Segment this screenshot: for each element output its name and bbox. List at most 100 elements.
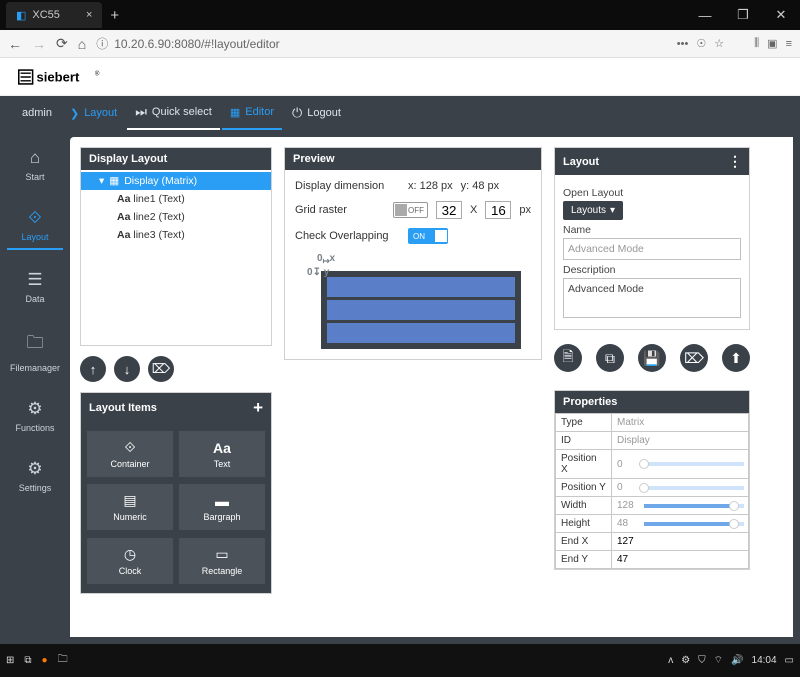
tree-node-line2[interactable]: Aa line2 (Text) xyxy=(81,208,271,226)
prop-row-posx: Position X0 xyxy=(556,450,749,479)
width-slider[interactable] xyxy=(644,504,744,508)
prop-width-label: Width xyxy=(556,497,612,515)
prop-width-val[interactable]: 128 xyxy=(617,500,634,511)
nav-user[interactable]: admin xyxy=(14,96,60,130)
sidebar-item-start[interactable]: ⌂ Start xyxy=(7,142,63,188)
layout-items-heading: Layout Items + xyxy=(81,393,271,423)
window-restore-icon[interactable]: ❐ xyxy=(724,0,762,30)
matrix-icon: ▦ xyxy=(109,175,119,187)
layout-desc-input[interactable]: Advanced Mode xyxy=(563,278,741,318)
tree-line2-label: line2 (Text) xyxy=(133,211,184,223)
prop-posy-val[interactable]: 0 xyxy=(617,482,623,493)
preview-line1[interactable] xyxy=(327,277,515,297)
sidebar-item-settings[interactable]: ⚙ Settings xyxy=(7,453,63,499)
tray-shield-icon[interactable]: ⛉ xyxy=(698,655,706,666)
height-slider[interactable] xyxy=(644,522,744,526)
tray-wifi-icon[interactable]: ⌔ xyxy=(714,654,723,667)
origin-zero-x: 0↦x xyxy=(317,253,335,266)
prop-type-val: Matrix xyxy=(612,414,749,432)
nav-home-icon[interactable]: ⌂ xyxy=(78,36,86,52)
posy-slider[interactable] xyxy=(644,486,744,490)
tray-up-icon[interactable]: ʌ xyxy=(668,655,673,666)
power-icon: ⏻ xyxy=(292,105,302,121)
browser-tab[interactable]: ◧ XC55 × xyxy=(6,2,102,28)
tray-network-icon[interactable]: ⚙ xyxy=(681,655,690,666)
nav-logout[interactable]: ⏻ Logout xyxy=(284,96,349,130)
item-bargraph[interactable]: ▬Bargraph xyxy=(179,484,265,530)
star-icon[interactable]: ☆ xyxy=(714,37,724,50)
new-layout-button[interactable]: 🗎 xyxy=(554,344,582,372)
tree-line1-label: line1 (Text) xyxy=(133,193,184,205)
save-layout-button[interactable]: 💾 xyxy=(638,344,666,372)
library-icon[interactable]: ⫼ xyxy=(754,37,759,50)
nav-quick-select[interactable]: ⏭ Quick select xyxy=(127,96,220,130)
tree-node-line1[interactable]: Aa line1 (Text) xyxy=(81,190,271,208)
layout-name-input[interactable] xyxy=(563,238,741,260)
task-view-icon[interactable]: ⧉ xyxy=(24,655,31,666)
text-icon: Aa xyxy=(213,440,231,456)
item-container[interactable]: ⟐Container xyxy=(87,431,173,477)
layout-meta-title: Layout xyxy=(563,156,599,168)
sidebar-item-filemanager[interactable]: 🗀 Filemanager xyxy=(7,324,63,379)
posx-slider[interactable] xyxy=(644,462,744,466)
erase-button[interactable]: ⌦ xyxy=(148,356,174,382)
sidebar-label-filemanager: Filemanager xyxy=(10,363,60,373)
window-close-icon[interactable]: ✕ xyxy=(762,0,800,30)
close-icon[interactable]: × xyxy=(86,9,92,21)
start-menu-icon[interactable]: ⊞ xyxy=(6,655,14,666)
sidebar-item-data[interactable]: ☰ Data xyxy=(7,264,63,310)
grid-y-input[interactable] xyxy=(485,201,511,219)
panel-menu-icon[interactable]: ⋮ xyxy=(728,153,741,170)
item-text[interactable]: AaText xyxy=(179,431,265,477)
window-minimize-icon[interactable]: — xyxy=(686,0,724,30)
tree-node-line3[interactable]: Aa line3 (Text) xyxy=(81,226,271,244)
grid-x-input[interactable] xyxy=(436,201,462,219)
add-item-button[interactable]: + xyxy=(253,398,263,418)
preview-line3[interactable] xyxy=(327,323,515,343)
sidebar-item-functions[interactable]: ⚙ Functions xyxy=(7,393,63,439)
layouts-dropdown[interactable]: Layouts ▾ xyxy=(563,201,623,220)
nav-reload-icon[interactable]: ⟳ xyxy=(56,35,68,52)
url-text[interactable]: 10.20.6.90:8080/#!layout/editor xyxy=(114,37,279,51)
nav-forward-icon[interactable]: → xyxy=(32,36,46,52)
copy-layout-button[interactable]: ⧉ xyxy=(596,344,624,372)
item-rectangle[interactable]: ▭Rectangle xyxy=(179,538,265,584)
tray-sound-icon[interactable]: 🔊 xyxy=(731,655,743,666)
move-down-button[interactable]: ↓ xyxy=(114,356,140,382)
display-layout-title: Display Layout xyxy=(89,153,167,165)
reader-icon[interactable]: ☉ xyxy=(696,37,706,50)
tree-node-display[interactable]: ▾ ▦ Display (Matrix) xyxy=(81,172,271,190)
prop-posx-val[interactable]: 0 xyxy=(617,459,623,470)
delete-layout-button[interactable]: ⌦ xyxy=(680,344,708,372)
folder-search-icon: 🗀 xyxy=(27,330,44,359)
sidebar-toggle-icon[interactable]: ▣ xyxy=(767,37,777,50)
menu-icon[interactable]: ≡ xyxy=(786,38,792,50)
overlap-label: Check Overlapping xyxy=(295,230,400,242)
info-icon[interactable]: ⓘ xyxy=(96,35,108,52)
overlap-toggle[interactable]: ON xyxy=(408,228,448,244)
prop-height-label: Height xyxy=(556,515,612,533)
grid-toggle[interactable]: OFF xyxy=(393,202,428,218)
prop-height-val[interactable]: 48 xyxy=(617,518,628,529)
preview-line2[interactable] xyxy=(327,300,515,320)
nav-editor[interactable]: ▦ Editor xyxy=(222,96,282,130)
prop-row-height: Height 48 xyxy=(556,515,749,533)
firefox-icon[interactable]: ● xyxy=(42,655,48,666)
explorer-icon[interactable]: 🗀 xyxy=(58,652,68,669)
sidebar-item-layout[interactable]: ⟐ Layout xyxy=(7,202,63,250)
prop-endx-label: End X xyxy=(556,533,612,551)
move-up-button[interactable]: ↑ xyxy=(80,356,106,382)
grid-unit: px xyxy=(519,204,531,216)
layout-tree: ▾ ▦ Display (Matrix) Aa line1 (Text) Aa … xyxy=(81,170,271,345)
more-dots-icon[interactable]: ••• xyxy=(677,38,689,50)
brand-logo: siebert ® xyxy=(18,67,126,87)
item-numeric[interactable]: ▤Numeric xyxy=(87,484,173,530)
nav-back-icon[interactable]: ← xyxy=(8,36,22,52)
tray-notification-icon[interactable]: ▭ xyxy=(785,655,794,666)
upload-layout-button[interactable]: ⬆ xyxy=(722,344,750,372)
tray-time[interactable]: 14:04 xyxy=(752,655,777,666)
new-tab-button[interactable]: + xyxy=(110,7,119,24)
display-preview[interactable] xyxy=(321,271,521,349)
nav-layout[interactable]: ❯ Layout xyxy=(62,96,125,130)
item-clock[interactable]: ◷Clock xyxy=(87,538,173,584)
